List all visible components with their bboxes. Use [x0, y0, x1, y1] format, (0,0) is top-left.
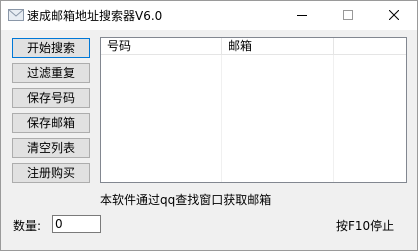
results-list[interactable]: 号码 邮箱 [100, 37, 407, 183]
close-button[interactable] [371, 1, 417, 30]
start-search-button[interactable]: 开始搜索 [12, 38, 90, 58]
app-window: 速成邮箱地址搜索器V6.0 开始搜索 过滤重复 保存号码 保存邮箱 清空列表 注… [0, 0, 418, 251]
title-bar[interactable]: 速成邮箱地址搜索器V6.0 [1, 1, 417, 30]
stop-hint: 按F10停止 [336, 219, 395, 233]
column-header-email[interactable]: 邮箱 [222, 38, 334, 54]
minimize-icon [297, 15, 307, 16]
minimize-button[interactable] [279, 1, 325, 30]
quantity-label: 数量: [13, 219, 42, 233]
list-header: 号码 邮箱 [101, 38, 406, 55]
save-qq-button[interactable]: 保存号码 [12, 88, 90, 108]
info-text: 本软件通过qq查找窗口获取邮箱 [100, 193, 272, 207]
filter-duplicates-button[interactable]: 过滤重复 [12, 63, 90, 83]
column-divider [333, 55, 334, 182]
close-icon [389, 10, 399, 20]
clear-list-button[interactable]: 清空列表 [12, 138, 90, 158]
maximize-icon [343, 10, 353, 20]
column-divider [221, 55, 222, 182]
save-email-button[interactable]: 保存邮箱 [12, 113, 90, 133]
window-title: 速成邮箱地址搜索器V6.0 [27, 9, 163, 23]
quantity-field[interactable]: 0 [52, 215, 101, 233]
register-buy-button[interactable]: 注册购买 [12, 163, 90, 183]
envelope-icon [8, 8, 24, 22]
column-header-qq[interactable]: 号码 [101, 38, 222, 54]
maximize-button[interactable] [325, 1, 371, 30]
